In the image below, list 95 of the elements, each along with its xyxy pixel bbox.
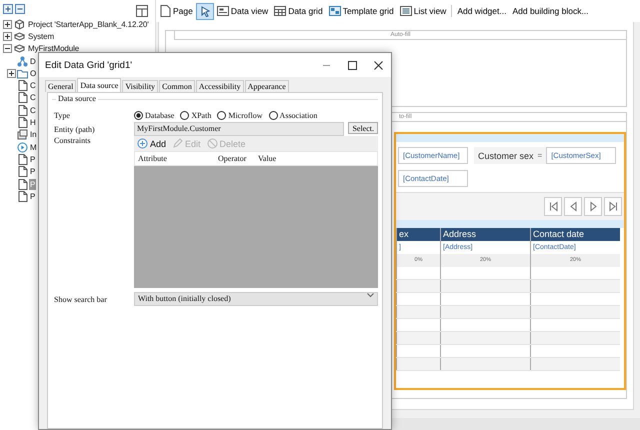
template-grid-icon — [328, 5, 341, 17]
column-header: Value — [258, 154, 278, 163]
tab[interactable]: Visibility — [122, 80, 158, 92]
add-icon — [137, 138, 148, 149]
network-icon — [17, 56, 28, 67]
close-icon[interactable] — [372, 60, 384, 70]
maximize-icon[interactable] — [346, 60, 358, 70]
column-header: ex — [396, 228, 440, 241]
toolbar-button[interactable]: List view — [396, 2, 450, 20]
data-view-icon — [216, 5, 229, 17]
cube-icon — [14, 18, 25, 30]
radio-button[interactable] — [134, 110, 143, 120]
toolbar-button[interactable]: Add building block... — [509, 2, 592, 20]
previous-page-button[interactable] — [564, 197, 582, 216]
previous-page-icon — [568, 201, 578, 212]
page-icon — [17, 80, 28, 92]
radio-button[interactable] — [217, 110, 226, 120]
prohibited-icon — [206, 138, 218, 149]
chevron-down-icon — [367, 293, 374, 298]
page-icon — [17, 166, 28, 178]
next-page-icon — [588, 201, 598, 212]
search-bar-dropdown[interactable]: With button (initially closed) — [134, 292, 378, 306]
field-label: Entity (path) — [54, 124, 96, 134]
expand-icon[interactable] — [7, 68, 16, 78]
tree-item[interactable]: M — [29, 142, 38, 153]
toolbar-button[interactable]: Data view — [214, 2, 272, 20]
radio-button[interactable] — [268, 110, 278, 120]
module-icon — [14, 30, 25, 42]
add-button[interactable]: Add — [137, 138, 166, 149]
last-page-icon — [608, 201, 618, 212]
tree-item[interactable]: C — [29, 104, 37, 116]
toolbar-button[interactable]: Page — [156, 2, 196, 20]
tab[interactable]: Common — [159, 80, 195, 92]
pencil-icon — [172, 138, 184, 149]
radio-label[interactable]: XPath — [191, 110, 212, 120]
tab[interactable]: Appearance — [244, 80, 289, 92]
tab[interactable]: General — [45, 80, 76, 92]
expand-icon[interactable] — [3, 32, 12, 41]
select-button[interactable]: Select. — [348, 122, 378, 134]
tab[interactable]: Data source — [77, 78, 122, 92]
pointer-icon — [198, 5, 211, 17]
last-page-button[interactable] — [604, 197, 622, 216]
layout-icon[interactable] — [136, 5, 148, 17]
page-icon — [17, 190, 28, 202]
field-label: Constraints — [54, 136, 92, 145]
column-header: Operator — [218, 154, 248, 163]
search-field-label: Customer sex — [478, 150, 534, 160]
page-icon — [17, 154, 28, 165]
next-page-button[interactable] — [584, 197, 602, 216]
expand-icon[interactable] — [3, 20, 12, 29]
first-page-icon — [548, 201, 558, 212]
tree-item[interactable]: MyFirstModule — [27, 43, 80, 54]
grid-icon — [274, 5, 286, 17]
tab[interactable]: Accessibility — [196, 80, 244, 92]
expand-all-icon[interactable] — [3, 4, 13, 14]
collapse-all-icon[interactable] — [15, 4, 25, 14]
first-page-button[interactable] — [544, 197, 562, 216]
dialog-title: Edit Data Grid 'grid1' — [45, 60, 134, 70]
play-circle-icon — [17, 142, 28, 153]
module-icon — [14, 43, 25, 54]
group-label: Data source — [56, 94, 98, 103]
field-label: Show search bar — [54, 294, 108, 304]
tree-item[interactable]: Project 'StarterApp_Blank_4.12.20' — [27, 18, 150, 30]
tree-item[interactable]: H — [29, 117, 37, 128]
collapse-icon[interactable] — [3, 44, 12, 54]
tree-item[interactable]: P — [29, 166, 36, 178]
page-icon — [159, 5, 171, 17]
entity-field[interactable]: MyFirstModule.Customer — [134, 122, 344, 136]
toolbar-button[interactable]: Data grid — [271, 2, 326, 20]
column-header: Attribute — [138, 154, 168, 163]
radio-label[interactable]: Association — [280, 110, 318, 120]
list-icon — [400, 5, 412, 17]
tree-item[interactable]: In — [29, 129, 38, 140]
folder-icon — [17, 68, 28, 79]
toolbar-button[interactable]: Add widget... — [454, 2, 510, 20]
column-header: Address — [440, 228, 530, 241]
operator-label: = — [538, 151, 542, 160]
column-header: Contact date — [530, 228, 620, 241]
tree-item[interactable]: System — [27, 30, 56, 42]
tree-item[interactable]: O — [29, 68, 38, 79]
radio-button[interactable] — [180, 110, 190, 120]
page-icon — [17, 104, 28, 116]
toolbar-button[interactable]: Template grid — [326, 2, 397, 20]
tree-item[interactable]: C — [29, 92, 37, 104]
tree-item[interactable]: P — [29, 154, 36, 165]
tree-item[interactable]: D — [29, 56, 37, 67]
tree-item[interactable]: P — [29, 190, 36, 202]
select-tool-button[interactable] — [196, 2, 214, 20]
page-icon — [17, 178, 28, 190]
images-icon — [17, 129, 28, 140]
page-icon — [17, 92, 28, 104]
radio-label[interactable]: Microflow — [228, 110, 263, 120]
tree-item[interactable]: C — [29, 80, 37, 92]
page-icon — [17, 117, 28, 128]
field-label: Type — [54, 110, 71, 120]
